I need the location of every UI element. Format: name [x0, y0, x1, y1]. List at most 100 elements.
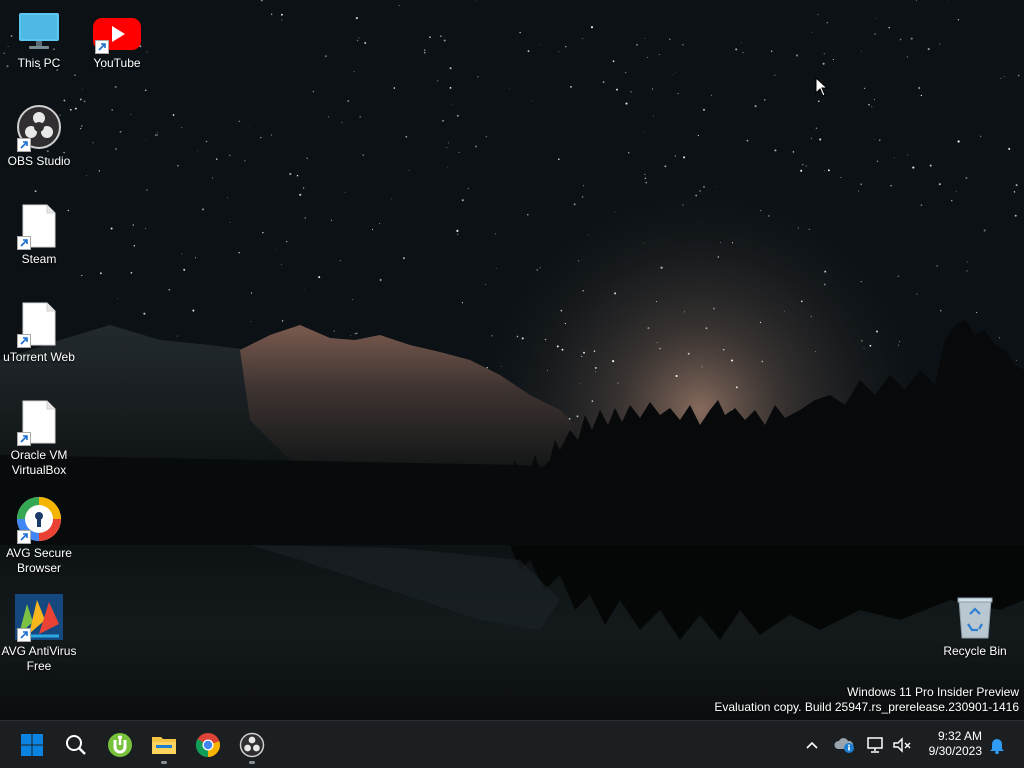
- star: [616, 88, 618, 91]
- desktop-icon-label: OBS Studio: [7, 154, 71, 168]
- star: [790, 347, 792, 348]
- star: [356, 39, 359, 42]
- star: [521, 337, 524, 340]
- star: [544, 338, 547, 341]
- mouse-cursor-icon: [815, 77, 829, 97]
- star: [764, 99, 766, 101]
- star: [539, 43, 541, 45]
- desktop-icon-avg-secure-browser[interactable]: AVG Secure Browser: [1, 497, 77, 576]
- desktop[interactable]: This PC YouTube OBS Studio Steam uTorren…: [0, 0, 1024, 720]
- star: [461, 302, 464, 304]
- taskbar-file-explorer-button[interactable]: [144, 725, 184, 765]
- star: [250, 292, 253, 294]
- star: [672, 73, 674, 75]
- star: [644, 242, 645, 244]
- star: [675, 72, 676, 73]
- star: [644, 132, 646, 133]
- star: [352, 299, 354, 300]
- blank-file-icon: [15, 400, 63, 446]
- star: [561, 348, 564, 351]
- taskbar-chrome-button[interactable]: [188, 725, 228, 765]
- star: [975, 311, 978, 314]
- star: [341, 121, 343, 123]
- star: [92, 142, 94, 144]
- star: [644, 38, 646, 40]
- star: [81, 88, 83, 90]
- star: [449, 86, 452, 89]
- star: [703, 185, 705, 188]
- windows-logo-icon: [21, 734, 43, 756]
- star: [485, 284, 486, 285]
- show-hidden-icons-button[interactable]: [800, 733, 824, 757]
- star: [371, 228, 374, 230]
- star: [965, 176, 968, 179]
- star: [863, 347, 865, 349]
- star: [143, 312, 146, 315]
- star: [117, 298, 118, 300]
- wallpaper-image: [0, 0, 1024, 720]
- star: [888, 27, 890, 29]
- star: [795, 54, 799, 57]
- star: [260, 136, 262, 139]
- star: [183, 268, 186, 271]
- star: [85, 175, 87, 177]
- star: [133, 245, 136, 247]
- star: [423, 51, 426, 54]
- star: [682, 204, 684, 206]
- desktop-icon-steam[interactable]: Steam: [1, 204, 77, 267]
- star: [302, 187, 305, 189]
- taskbar-utorrent-button[interactable]: [100, 725, 140, 765]
- star: [285, 240, 288, 243]
- taskbar-clock[interactable]: 9:32 AM 9/30/2023: [929, 729, 982, 759]
- star: [456, 114, 459, 117]
- star: [509, 88, 510, 89]
- notifications-button[interactable]: [985, 733, 1009, 757]
- star: [731, 242, 734, 244]
- search-button[interactable]: [56, 725, 96, 765]
- star: [625, 102, 628, 105]
- star: [899, 341, 900, 343]
- desktop-icon-youtube[interactable]: YouTube: [79, 8, 155, 71]
- star: [774, 74, 776, 76]
- star: [817, 14, 819, 16]
- desktop-icon-oracle-vm-virtualbox[interactable]: Oracle VM VirtualBox: [1, 400, 77, 478]
- network-icon: [867, 737, 883, 753]
- star: [687, 352, 690, 355]
- star: [516, 335, 519, 338]
- watermark-build: Evaluation copy. Build 25947.rs_prerelea…: [714, 700, 1019, 714]
- star: [808, 228, 810, 230]
- start-button[interactable]: [12, 725, 52, 765]
- star: [216, 158, 218, 160]
- star: [920, 204, 923, 206]
- star: [822, 62, 825, 65]
- star: [475, 0, 477, 2]
- taskbar-obs-button[interactable]: [232, 725, 272, 765]
- star: [456, 229, 459, 232]
- star: [583, 185, 584, 187]
- desktop-icon-avg-antivirus-free[interactable]: AVG AntiVirus Free: [1, 594, 77, 674]
- star: [303, 289, 305, 291]
- desktop-icon-recycle-bin[interactable]: Recycle Bin: [937, 596, 1013, 659]
- star: [156, 134, 158, 136]
- star: [695, 194, 698, 197]
- star: [194, 257, 197, 259]
- volume-tray-button[interactable]: [890, 733, 914, 757]
- network-tray-button[interactable]: [864, 733, 888, 757]
- windows-watermark: Windows 11 Pro Insider Preview Evaluatio…: [714, 685, 1019, 715]
- desktop-icon-this-pc[interactable]: This PC: [1, 8, 77, 71]
- star: [612, 60, 615, 63]
- desktop-icon-utorrent-web[interactable]: uTorrent Web: [1, 302, 77, 365]
- star: [717, 256, 719, 258]
- desktop-icon-label: Oracle VM VirtualBox: [10, 448, 68, 477]
- star: [861, 340, 863, 342]
- desktop-icon-label: Steam: [21, 252, 57, 266]
- star: [792, 151, 795, 153]
- star: [832, 58, 834, 61]
- star: [443, 39, 446, 42]
- star: [390, 198, 392, 200]
- star: [181, 127, 183, 128]
- desktop-icon-obs-studio[interactable]: OBS Studio: [1, 105, 77, 169]
- star: [955, 190, 957, 192]
- star: [860, 183, 862, 185]
- onedrive-tray-button[interactable]: [833, 733, 857, 757]
